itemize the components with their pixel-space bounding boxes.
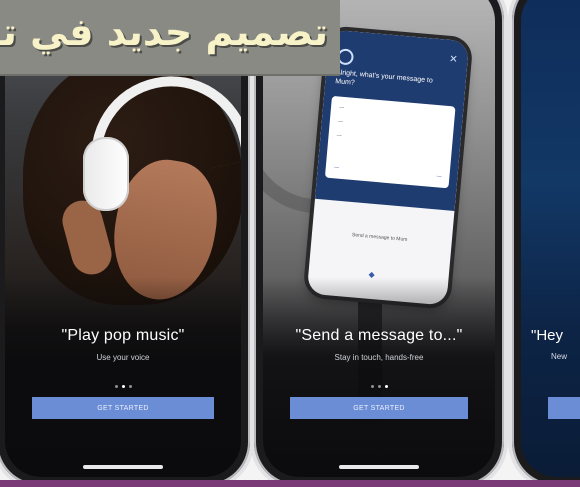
page-indicator	[5, 375, 241, 393]
onboarding-caption: "Send a message to..."	[295, 327, 463, 344]
page-dot	[114, 385, 118, 388]
phone-mockup-3: "Hey New	[512, 0, 580, 486]
get-started-button[interactable]: GET STARTED	[32, 397, 214, 419]
screen-hey: "Hey New	[521, 0, 580, 477]
headline-banner: تصميم جديد في تـ	[0, 0, 340, 76]
onboarding-subcaption: Stay in touch, hands-free	[334, 353, 424, 362]
page-dot	[370, 385, 374, 388]
headline-text: تصميم جديد في تـ	[0, 10, 328, 54]
home-indicator	[339, 465, 419, 469]
bottom-stripe	[0, 480, 580, 487]
card-line: —	[337, 118, 344, 125]
card-line: —	[338, 104, 345, 111]
onboarding-subcaption: New	[551, 352, 568, 361]
onboarding-caption: "Hey	[531, 327, 563, 344]
headphones-icon	[83, 137, 129, 211]
onboarding-subcaption: Use your voice	[96, 353, 150, 362]
page-dot-active	[121, 385, 125, 388]
send-message-hint: Send a message to Mum	[351, 232, 408, 243]
card-action-right[interactable]: —	[436, 173, 442, 179]
card-action-left[interactable]: —	[334, 164, 340, 170]
promo-image: "Play pop music" Use your voice GET STAR…	[0, 0, 580, 487]
onboarding-caption: "Play pop music"	[61, 327, 185, 344]
close-icon[interactable]: ✕	[449, 54, 458, 66]
home-indicator	[83, 465, 163, 469]
card-actions: — —	[334, 164, 442, 179]
assistant-prompt: Alright, what's your message to Mum?	[334, 69, 434, 87]
get-started-button[interactable]: GET STARTED	[290, 397, 468, 419]
message-card: — — — — —	[324, 95, 456, 189]
card-line: —	[336, 132, 342, 139]
page-dot-active	[384, 385, 388, 388]
page-dot	[128, 385, 132, 388]
page-dot	[377, 385, 381, 388]
get-started-button[interactable]	[548, 397, 580, 419]
page-indicator	[263, 375, 495, 393]
